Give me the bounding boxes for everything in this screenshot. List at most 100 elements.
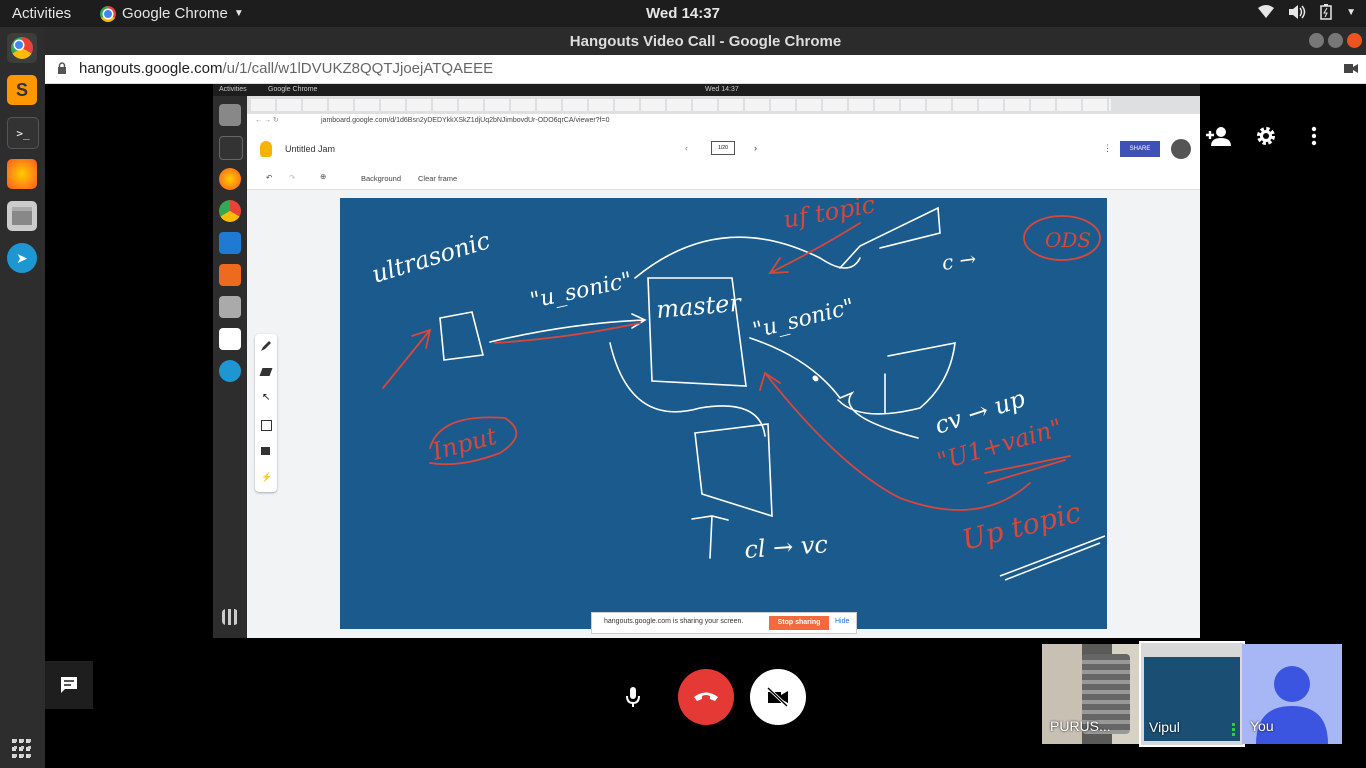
whiteboard-drawing: ultrasonic "u_sonic" master "u_sonic" c …: [369, 198, 1106, 581]
apps-button[interactable]: [14, 739, 32, 757]
clear-frame-button: Clear frame: [418, 174, 458, 183]
power-menu-chevron-icon: ▼: [1346, 6, 1356, 18]
dock-files[interactable]: [7, 201, 37, 231]
participant-name: You: [1250, 718, 1274, 734]
image-icon: [261, 447, 270, 455]
hide-banner-button: Hide: [835, 618, 850, 625]
participant-tile-active[interactable]: Vipul: [1139, 641, 1245, 747]
label-c-arrow: c →: [940, 246, 978, 275]
chat-button[interactable]: [45, 661, 93, 709]
participant-name: PURUS...: [1050, 718, 1111, 734]
window-title: Hangouts Video Call - Google Chrome: [569, 33, 842, 50]
frame-counter: 1/20: [711, 141, 735, 155]
chat-icon: [61, 677, 77, 693]
shared-dock-firefox: [219, 168, 241, 190]
participant-tile[interactable]: PURUS...: [1042, 644, 1142, 744]
pen-icon: [261, 341, 271, 351]
hang-up-button[interactable]: [678, 669, 734, 725]
label-u-sonic-2: "u_sonic": [750, 295, 856, 344]
background-button: Background: [361, 174, 402, 183]
dock-telegram[interactable]: ➤: [7, 243, 37, 273]
gear-icon: [1257, 127, 1275, 145]
red-arrow-input: [382, 328, 432, 389]
shared-dock-app: [219, 328, 241, 350]
label-ods: ODS: [1045, 228, 1091, 252]
minimize-button[interactable]: [1309, 33, 1324, 48]
input-to-master-arrow: [489, 313, 647, 343]
shared-dock-settings: [219, 296, 241, 318]
more-vert-icon: [1311, 126, 1317, 146]
jamboard-header: Untitled Jam ‹ 1/20 › ⋮ SHARE: [247, 129, 1200, 169]
label-up-topic: Up topic: [959, 495, 1085, 556]
shared-tab-strip: [247, 96, 1200, 114]
settings-button[interactable]: [1252, 122, 1280, 150]
dock-sublime[interactable]: S: [7, 75, 37, 105]
url-text[interactable]: hangouts.google.com/u/1/call/w1lDVUKZ8QQ…: [79, 60, 493, 77]
chrome-icon: [11, 37, 33, 59]
jamboard-logo-icon: [260, 141, 272, 157]
undo-icon: ↶: [266, 173, 273, 182]
dock-firefox[interactable]: [7, 159, 37, 189]
url-path: /u/1/call/w1lDVUKZ8QQTJjoejATQAEEE: [222, 60, 494, 77]
volume-icon: [1289, 5, 1306, 19]
hang-up-icon: [694, 692, 718, 701]
more-options-button[interactable]: [1300, 122, 1328, 150]
red-input-arrow-to-master: [494, 322, 641, 344]
label-uf-topic: uf topic: [781, 198, 877, 234]
shared-activities: Activities: [219, 86, 247, 93]
participant-name: Vipul: [1149, 719, 1180, 735]
terminal-icon: >_: [16, 126, 30, 140]
stop-sharing-button: Stop sharing: [769, 616, 829, 630]
next-frame-icon: ›: [754, 143, 757, 153]
dock-chrome[interactable]: [7, 33, 37, 63]
battery-icon: [1320, 4, 1332, 20]
shared-dock-software: [219, 264, 241, 286]
sticky-note-icon: [261, 420, 272, 431]
eraser-icon: [259, 368, 273, 376]
more-icon: ⋮: [1103, 143, 1112, 153]
maximize-button[interactable]: [1328, 33, 1343, 48]
shared-apps-grid-icon: [222, 609, 238, 625]
system-tray[interactable]: ▼: [1258, 4, 1356, 20]
shared-dock-telegram: [219, 360, 241, 382]
label-ultrasonic: ultrasonic: [369, 226, 494, 288]
lower-box: [694, 423, 773, 518]
dock: S >_ ➤: [0, 27, 45, 768]
shared-dock-vscode: [219, 232, 241, 254]
shared-dock-files: [219, 104, 241, 126]
address-bar[interactable]: hangouts.google.com/u/1/call/w1lDVUKZ8QQ…: [45, 55, 1366, 84]
shared-address-bar: ← → ↻ jamboard.google.com/d/1d6Bsn2yDEDY…: [247, 114, 1200, 129]
camera-toggle-button[interactable]: [750, 669, 806, 725]
share-banner-text: hangouts.google.com is sharing your scre…: [604, 618, 744, 625]
label-cl-vc: cl → vc: [743, 530, 828, 564]
mute-button[interactable]: [605, 669, 661, 725]
close-button[interactable]: [1347, 33, 1362, 48]
avatar: [1171, 139, 1191, 159]
window-titlebar[interactable]: Hangouts Video Call - Google Chrome: [45, 27, 1366, 55]
dock-terminal[interactable]: >_: [7, 117, 39, 149]
clock[interactable]: Wed 14:37: [0, 5, 1366, 22]
sublime-icon: S: [15, 79, 28, 100]
input-box: [439, 311, 484, 361]
shared-tabs: [251, 99, 1111, 111]
underline-2: [1004, 542, 1101, 581]
shared-dock-terminal: [219, 136, 243, 160]
loop-curve: [609, 236, 861, 437]
select-icon: ↖: [262, 392, 271, 403]
microphone-icon: [626, 687, 640, 707]
screen-share-banner: hangouts.google.com is sharing your scre…: [591, 612, 857, 634]
share-button: SHARE: [1120, 141, 1160, 157]
jamboard-tool-panel: ↖ ⚡: [255, 334, 277, 492]
camera-indicator-icon[interactable]: [1344, 63, 1358, 74]
shared-clock: Wed 14:37: [705, 86, 739, 93]
red-uf-arrow: [768, 222, 861, 274]
jamboard-canvas: ultrasonic "u_sonic" master "u_sonic" c …: [340, 198, 1107, 629]
zoom-icon: ⊕: [320, 172, 327, 181]
shared-app-name: Google Chrome: [268, 86, 318, 93]
speaking-indicator-icon: [1232, 723, 1235, 737]
laser-icon: ⚡: [261, 472, 273, 482]
system-top-bar: Activities Google Chrome ▼ Wed 14:37 ▼: [0, 0, 1366, 27]
shared-dock-chrome: [219, 200, 241, 222]
self-tile[interactable]: You: [1242, 644, 1342, 744]
add-person-button[interactable]: [1204, 122, 1232, 150]
